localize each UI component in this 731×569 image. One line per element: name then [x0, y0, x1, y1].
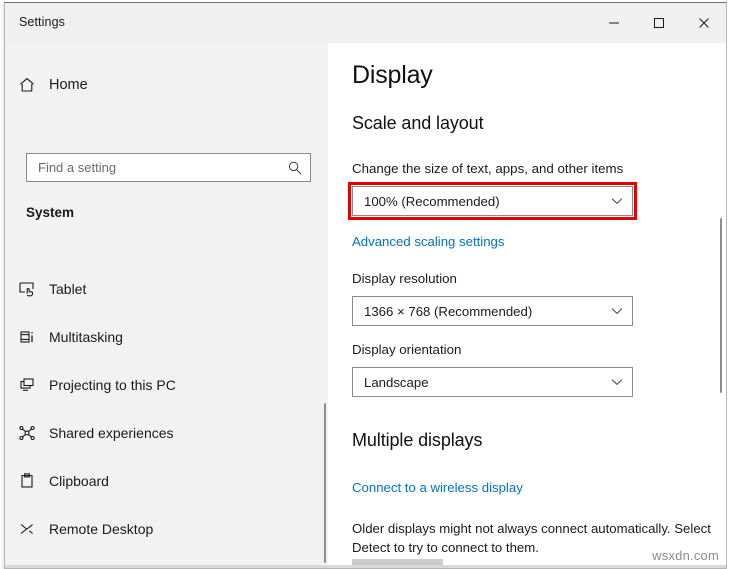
sidebar-item-tablet-label: Tablet: [49, 281, 87, 297]
window-bottom-edge: [5, 565, 726, 568]
scale-dropdown[interactable]: 100% (Recommended): [352, 186, 633, 216]
window-controls: [591, 3, 726, 43]
search-icon[interactable]: [280, 160, 310, 176]
sidebar-nav-list: Tablet Multitasking Projecting to this P…: [5, 265, 315, 568]
close-icon: [698, 18, 709, 28]
display-resolution-value: 1366 × 768 (Recommended): [364, 303, 533, 319]
search-placeholder: Find a setting: [38, 160, 117, 175]
scale-field-label: Change the size of text, apps, and other…: [352, 161, 624, 176]
sidebar-item-multitasking-label: Multitasking: [49, 329, 123, 345]
maximize-icon: [653, 18, 664, 28]
clipboard-icon: [5, 472, 49, 490]
window-title: Settings: [19, 15, 65, 29]
remote-desktop-icon: [5, 520, 49, 538]
chevron-down-icon: [602, 375, 632, 389]
sidebar: Home Find a setting System Tablet Multit…: [5, 43, 328, 568]
chevron-down-icon: [602, 304, 632, 318]
sidebar-group-label: System: [26, 205, 75, 220]
multitasking-icon: [5, 328, 49, 346]
watermark: wsxdn.com: [652, 548, 719, 563]
projecting-icon: [5, 376, 49, 394]
display-orientation-value: Landscape: [364, 374, 429, 390]
sidebar-item-clipboard-label: Clipboard: [49, 473, 109, 489]
chevron-down-icon: [602, 194, 632, 208]
shared-experiences-icon: [5, 424, 49, 442]
display-resolution-label: Display resolution: [352, 271, 457, 286]
settings-window-screenshot: Settings Home Find a setting System Tabl…: [0, 0, 731, 569]
display-orientation-label: Display orientation: [352, 342, 462, 357]
sidebar-item-projecting[interactable]: Projecting to this PC: [5, 361, 315, 409]
sidebar-item-shared-experiences[interactable]: Shared experiences: [5, 409, 315, 457]
sidebar-item-remote-desktop-label: Remote Desktop: [49, 521, 154, 537]
sidebar-item-clipboard[interactable]: Clipboard: [5, 457, 315, 505]
minimize-button[interactable]: [591, 3, 636, 43]
sidebar-item-projecting-label: Projecting to this PC: [49, 377, 176, 393]
display-orientation-dropdown[interactable]: Landscape: [352, 367, 633, 397]
content-scrollbar[interactable]: [720, 218, 722, 393]
sidebar-item-home[interactable]: Home: [5, 67, 305, 103]
sidebar-item-remote-desktop[interactable]: Remote Desktop: [5, 505, 315, 553]
scale-and-layout-heading: Scale and layout: [352, 113, 484, 133]
multiple-displays-heading: Multiple displays: [352, 430, 483, 450]
settings-window: Settings Home Find a setting System Tabl…: [4, 2, 727, 569]
page-title: Display: [352, 61, 433, 89]
sidebar-item-multitasking[interactable]: Multitasking: [5, 313, 315, 361]
scale-dropdown-value: 100% (Recommended): [364, 193, 500, 209]
main-content: Display Scale and layout Change the size…: [328, 43, 726, 568]
maximize-button[interactable]: [636, 3, 681, 43]
sidebar-item-shared-experiences-label: Shared experiences: [49, 425, 174, 441]
search-input[interactable]: Find a setting: [26, 153, 311, 182]
advanced-scaling-settings-link[interactable]: Advanced scaling settings: [352, 234, 504, 249]
close-button[interactable]: [681, 3, 726, 43]
minimize-icon: [608, 22, 619, 24]
sidebar-item-home-label: Home: [49, 77, 88, 93]
connect-wireless-display-link[interactable]: Connect to a wireless display: [352, 480, 523, 495]
title-bar: Settings: [5, 3, 726, 43]
home-icon: [5, 76, 49, 94]
display-resolution-dropdown[interactable]: 1366 × 768 (Recommended): [352, 296, 633, 326]
sidebar-item-tablet[interactable]: Tablet: [5, 265, 315, 313]
sidebar-scrollbar[interactable]: [324, 403, 326, 563]
tablet-icon: [5, 280, 49, 298]
